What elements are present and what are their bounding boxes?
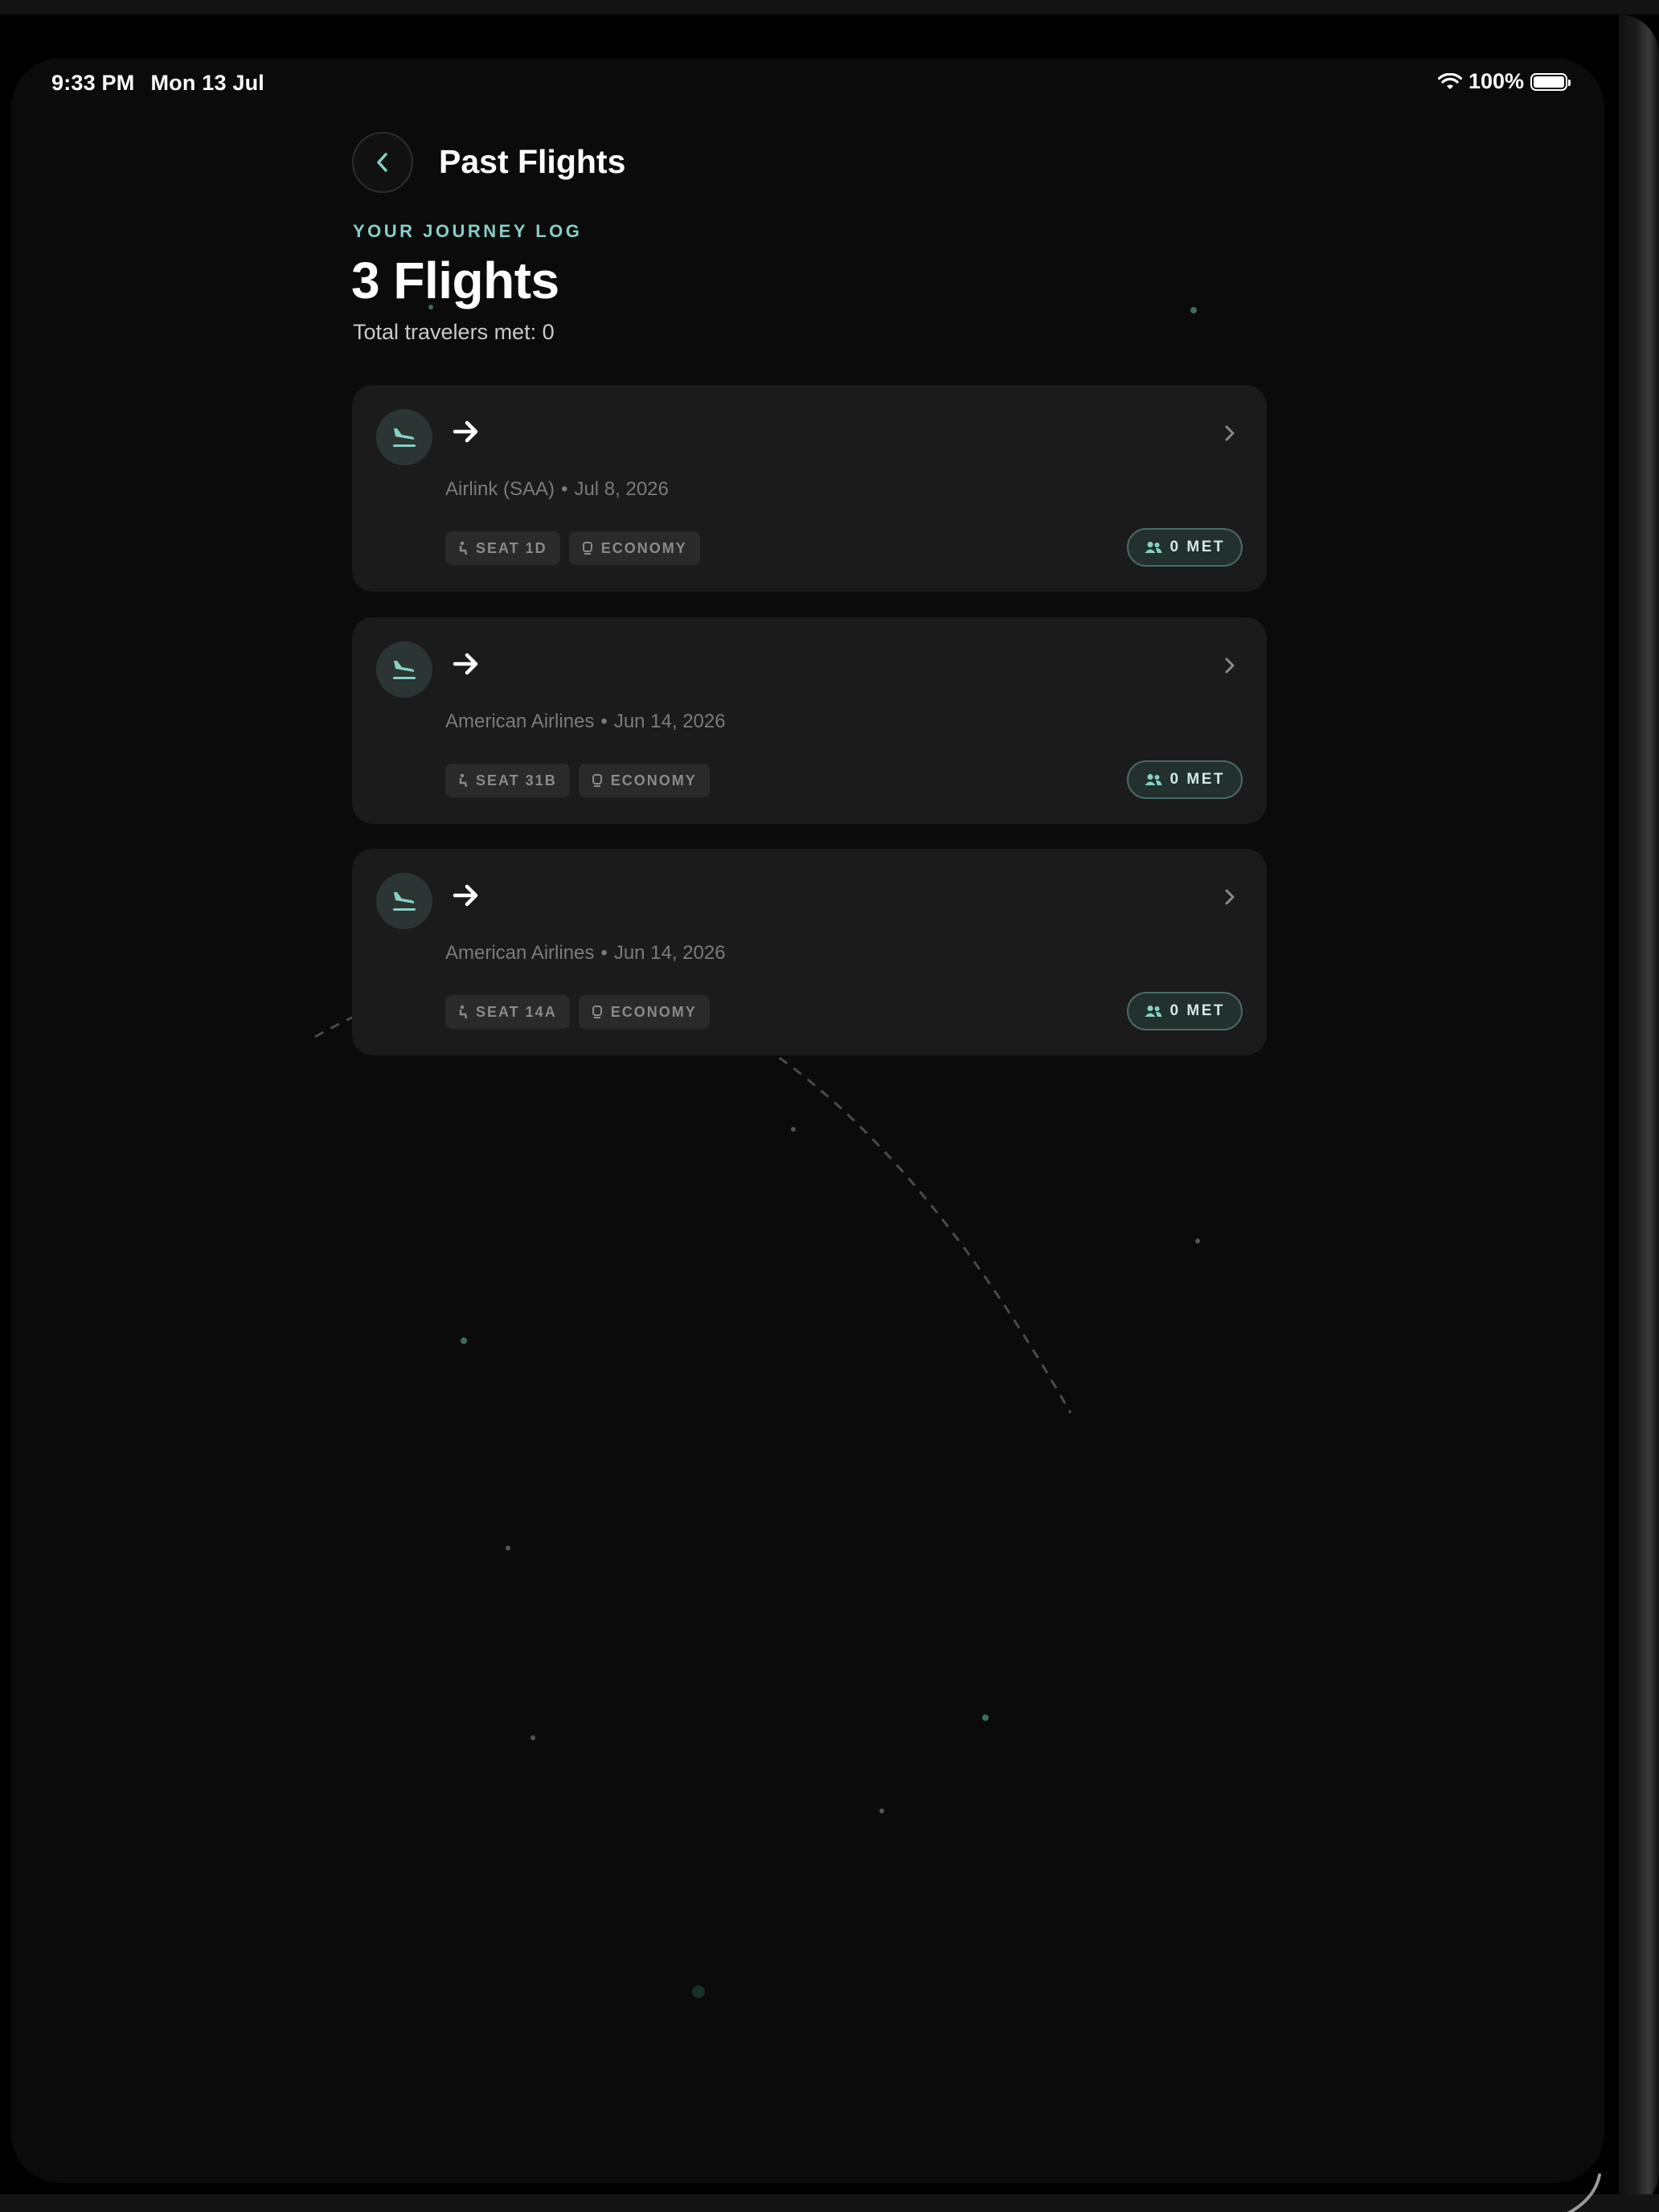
cabin-label: ECONOMY [600, 539, 687, 556]
battery-icon [1530, 72, 1571, 91]
arrow-right-icon [453, 653, 478, 675]
flight-chips: SEAT 31B ECONOMY [445, 764, 710, 797]
flight-card[interactable]: American Airlines • Jun 14, 2026 SEAT 14A … [352, 849, 1267, 1055]
seat-icon [459, 1005, 468, 1019]
travelers-met-total: Total travelers met: 0 [353, 320, 555, 344]
seat-icon [459, 773, 468, 788]
separator-dot: • [600, 711, 608, 732]
seat-label: SEAT 1D [476, 539, 547, 556]
status-date: Mon 13 Jul [150, 71, 264, 95]
chevron-left-icon [377, 153, 387, 172]
chevron-right-icon[interactable] [1223, 424, 1236, 443]
flight-card[interactable]: American Airlines • Jun 14, 2026 SEAT 31B … [352, 617, 1267, 824]
wifi-icon [1437, 72, 1462, 89]
arrow-right-icon [453, 420, 478, 443]
seat-label: SEAT 31B [476, 772, 557, 789]
people-icon [1145, 774, 1162, 785]
airline-name: Airlink (SAA) [445, 478, 555, 500]
device-bezel-top [0, 0, 1659, 14]
battery-percent: 100% [1468, 69, 1524, 93]
travelers-met-pill[interactable]: 0 MET [1126, 760, 1243, 799]
screen [11, 58, 1604, 2183]
class-icon [592, 774, 602, 787]
cabin-chip: ECONOMY [578, 764, 710, 797]
flight-date: Jun 14, 2026 [613, 942, 726, 964]
cabin-chip: ECONOMY [578, 995, 710, 1029]
status-time: 9:33 PM [51, 71, 135, 95]
flight-count: 3 Flights [351, 252, 559, 309]
flight-meta: American Airlines • Jun 14, 2026 [445, 711, 726, 733]
flight-date: Jul 8, 2026 [574, 478, 669, 500]
cabin-label: ECONOMY [610, 1003, 697, 1020]
flight-meta: American Airlines • Jun 14, 2026 [445, 942, 726, 965]
flight-chips: SEAT 1D ECONOMY [445, 531, 700, 565]
separator-dot: • [561, 478, 568, 500]
device-bezel-bottom [0, 2194, 1659, 2212]
status-bar-left: 9:33 PM Mon 13 Jul [51, 71, 281, 96]
seat-chip: SEAT 1D [445, 531, 560, 565]
people-icon [1145, 542, 1162, 553]
flight-meta: Airlink (SAA) • Jul 8, 2026 [445, 478, 669, 501]
flight-land-icon [376, 409, 432, 465]
flight-card[interactable]: Airlink (SAA) • Jul 8, 2026 SEAT 1D ECONOM… [352, 385, 1267, 592]
device-bezel-right [1619, 14, 1659, 2212]
flight-chips: SEAT 14A ECONOMY [445, 995, 710, 1029]
flight-land-icon [376, 641, 432, 698]
separator-dot: • [600, 942, 608, 964]
travelers-met-pill[interactable]: 0 MET [1126, 992, 1243, 1030]
flight-land-icon [376, 873, 432, 929]
travelers-met-pill[interactable]: 0 MET [1126, 528, 1243, 567]
seat-chip: SEAT 14A [445, 995, 570, 1029]
back-button[interactable] [352, 132, 413, 193]
airline-name: American Airlines [445, 711, 595, 732]
journey-log-label: YOUR JOURNEY LOG [353, 221, 583, 241]
page-title: Past Flights [439, 143, 626, 180]
class-icon [592, 1006, 602, 1018]
people-icon [1145, 1006, 1162, 1017]
met-count: 0 MET [1169, 1002, 1225, 1019]
arrow-right-icon [453, 884, 478, 907]
status-bar-right: 100% [1437, 69, 1571, 94]
met-count: 0 MET [1169, 771, 1225, 788]
seat-icon [459, 541, 468, 555]
airline-name: American Airlines [445, 942, 595, 964]
cabin-chip: ECONOMY [568, 531, 700, 565]
cabin-label: ECONOMY [610, 772, 697, 789]
chevron-right-icon[interactable] [1223, 887, 1236, 907]
class-icon [582, 542, 592, 555]
flight-date: Jun 14, 2026 [613, 711, 726, 732]
seat-chip: SEAT 31B [445, 764, 570, 797]
seat-label: SEAT 14A [476, 1003, 557, 1020]
chevron-right-icon[interactable] [1223, 656, 1236, 675]
met-count: 0 MET [1169, 539, 1225, 555]
